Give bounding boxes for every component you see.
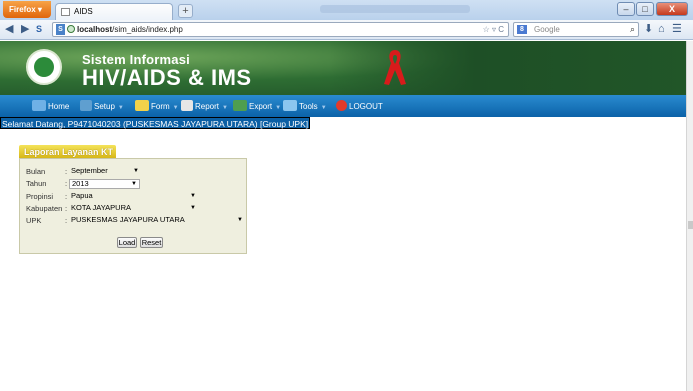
reset-button[interactable]: Reset <box>140 237 163 248</box>
tools-icon <box>283 100 297 111</box>
upk-colon: : <box>65 216 68 225</box>
site-identity-icon[interactable]: S <box>56 24 65 35</box>
logo-emblem <box>34 57 54 77</box>
propinsi-colon: : <box>65 192 68 201</box>
kabupaten-colon: : <box>65 204 68 213</box>
home-icon[interactable]: ⌂ <box>658 23 665 36</box>
menu-home-label: Home <box>48 102 70 111</box>
menu-setup[interactable]: Setup ▼ <box>80 100 124 114</box>
kabupaten-value: KOTA JAYAPURA <box>71 203 132 212</box>
browser-tab[interactable]: AIDS <box>55 3 173 20</box>
menu-setup-label: Setup <box>94 102 115 111</box>
tahun-select[interactable]: 2013 ▼ <box>69 179 140 189</box>
url-path: /sim_aids/index.php <box>112 25 183 34</box>
menu-tools-label: Tools <box>299 102 318 111</box>
chevron-down-icon: ▼ <box>275 105 282 111</box>
search-bar[interactable]: 8 Google ⌕ <box>513 22 639 37</box>
report-form-panel: Bulan : September ▼ Tahun : 2013 ▼ Propins… <box>19 158 247 254</box>
chevron-down-icon: ▼ <box>117 105 124 111</box>
menu-report[interactable]: Report ▼ <box>181 100 228 114</box>
menu-tools[interactable]: Tools ▼ <box>283 100 327 114</box>
chevron-down-icon: ▼ <box>237 217 243 223</box>
bulan-value: September <box>71 166 108 175</box>
new-tab-button[interactable]: + <box>178 4 193 18</box>
firefox-menu-label: Firefox <box>9 5 36 14</box>
load-button[interactable]: Load <box>117 237 137 248</box>
menu-home[interactable]: Home <box>32 100 69 113</box>
upk-value: PUSKESMAS JAYAPURA UTARA <box>71 215 185 224</box>
chevron-down-icon: ▼ <box>131 181 137 187</box>
scroll-thumb[interactable] <box>688 221 693 229</box>
propinsi-select[interactable]: Papua ▼ <box>69 192 198 202</box>
tahun-label: Tahun <box>26 179 47 188</box>
back-arrow-icon[interactable]: ◀ <box>5 23 13 36</box>
search-icon[interactable]: ⌕ <box>630 23 635 36</box>
menu-export-label: Export <box>249 102 273 111</box>
maximize-button[interactable]: □ <box>636 2 654 16</box>
chevron-down-icon: ▼ <box>133 168 139 174</box>
house-icon <box>32 100 46 111</box>
bulan-select[interactable]: September ▼ <box>69 167 141 177</box>
kabupaten-label: Kabupaten <box>26 204 63 213</box>
search-placeholder: Google <box>534 25 560 34</box>
upk-select[interactable]: PUSKESMAS JAYAPURA UTARA ▼ <box>69 216 245 226</box>
menu-export[interactable]: Export ▼ <box>233 100 281 114</box>
menu-logout-label: LOGOUT <box>349 102 383 111</box>
tahun-colon: : <box>65 179 68 188</box>
url-bar[interactable]: S localhost/sim_aids/index.php ☆ ▿ C <box>52 22 509 37</box>
firefox-menu-button[interactable]: Firefox ▾ <box>3 1 51 18</box>
upk-label: UPK <box>26 216 42 225</box>
download-icon[interactable]: ⬇ <box>644 23 653 36</box>
close-button[interactable]: X <box>656 2 688 16</box>
bulan-colon: : <box>65 167 68 176</box>
url-host: localhost <box>77 25 113 34</box>
power-icon <box>336 100 347 111</box>
red-ribbon-icon <box>384 50 406 85</box>
main-menu: Home Setup ▼ Form ▼ Report ▼ Export ▼ Tools ▼… <box>0 95 693 117</box>
chevron-down-icon: ▼ <box>320 105 327 111</box>
forward-arrow-icon[interactable]: ▶ <box>21 23 29 36</box>
tab-title: AIDS <box>74 7 93 16</box>
minimize-button[interactable]: – <box>617 2 635 16</box>
chevron-down-icon: ▼ <box>190 193 196 199</box>
panel-title: Laporan Layanan KT <box>19 145 116 159</box>
bookmark-star-icon[interactable]: ☆ ▿ C <box>483 23 504 36</box>
s-addon-icon[interactable]: S <box>36 23 42 36</box>
chevron-down-icon: ▼ <box>190 205 196 211</box>
propinsi-value: Papua <box>71 191 93 200</box>
app-header: Sistem Informasi HIV/AIDS & IMS <box>0 41 693 95</box>
menu-report-label: Report <box>195 102 220 111</box>
menu-logout[interactable]: LOGOUT <box>336 100 383 113</box>
window-title <box>320 5 470 13</box>
menu-form[interactable]: Form ▼ <box>135 100 179 114</box>
chevron-down-icon: ▼ <box>172 105 179 111</box>
browser-titlebar: Firefox ▾ AIDS + – □ X <box>0 0 693 20</box>
bulan-label: Bulan <box>26 167 46 176</box>
page-icon <box>61 8 70 16</box>
menu-form-label: Form <box>151 102 170 111</box>
report-icon <box>181 100 193 111</box>
chevron-down-icon: ▼ <box>222 105 228 111</box>
page-scrollbar[interactable] <box>686 41 693 391</box>
browser-navbar: ◀ ▶ S S localhost/sim_aids/index.php ☆ ▿… <box>0 20 693 40</box>
tahun-value: 2013 <box>72 179 89 188</box>
google-icon: 8 <box>517 25 527 34</box>
app-title: HIV/AIDS & IMS <box>82 65 252 90</box>
ministry-logo <box>26 49 62 85</box>
propinsi-label: Propinsi <box>26 192 54 201</box>
export-icon <box>233 100 247 111</box>
globe-icon <box>67 25 75 33</box>
welcome-message: Selamat Datang, P9471040203 (PUSKESMAS J… <box>0 117 311 129</box>
settings-icon <box>80 100 92 111</box>
menu-icon[interactable]: ☰ <box>672 23 682 36</box>
form-icon <box>135 100 149 111</box>
kabupaten-select[interactable]: KOTA JAYAPURA ▼ <box>69 204 198 214</box>
